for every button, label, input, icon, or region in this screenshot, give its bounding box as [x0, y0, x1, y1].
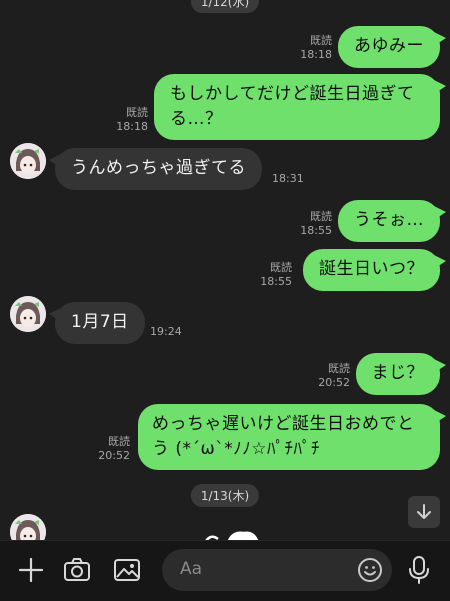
contact-avatar[interactable] [10, 296, 46, 332]
read-receipt: 既読 [126, 106, 148, 119]
message-meta: 既読 18:18 [116, 106, 148, 134]
plus-icon[interactable] [16, 555, 46, 585]
message-bubble-outgoing[interactable]: あゆみー [338, 26, 446, 68]
emoji-icon[interactable] [356, 556, 384, 584]
message-meta: 既読 18:18 [300, 34, 332, 62]
date-separator: 1/13(木) [190, 484, 260, 507]
message-meta: 既読 20:52 [318, 362, 350, 390]
read-receipt: 既読 [270, 261, 292, 274]
chat-area[interactable]: 1/12(水) 既読 18:18 あゆみー 既読 18:18 もしかしてだけど誕… [0, 0, 450, 540]
message-meta: 既読 18:55 [260, 261, 292, 289]
message-input[interactable]: Aa [162, 549, 392, 591]
message-time: 19:24 [150, 325, 182, 338]
message-bubble-outgoing[interactable]: まじ？ [355, 353, 446, 395]
message-bubble-outgoing[interactable]: もしかしてだけど誕生日過ぎて る…？ [154, 74, 446, 140]
message-bubble-incoming[interactable]: うんめっちゃ過ぎてる [49, 148, 262, 190]
message-bubble-outgoing[interactable]: 誕生日いつ？ [303, 249, 446, 291]
image-icon[interactable] [112, 555, 142, 585]
message-time: 18:18 [116, 120, 148, 133]
message-time: 20:52 [318, 376, 350, 389]
message-text: 1月7日 [71, 312, 129, 332]
message-text-line: めっちゃ遅いけど誕生日おめでと [152, 414, 415, 434]
arrow-down-icon [417, 504, 431, 519]
message-time: 18:55 [260, 275, 292, 288]
read-receipt: 既読 [310, 210, 332, 223]
message-text-line: る…？ [170, 109, 223, 129]
message-bubble-outgoing[interactable]: めっちゃ遅いけど誕生日おめでと う (*´ω`*ﾉﾉ☆ﾊﾟﾁﾊﾟﾁ [138, 404, 446, 470]
message-bubble-outgoing[interactable]: うそぉ… [338, 200, 446, 242]
contact-avatar[interactable] [10, 514, 46, 540]
message-text: うんめっちゃ過ぎてる [71, 158, 246, 178]
camera-icon[interactable] [62, 555, 92, 585]
message-text: うそぉ… [354, 210, 424, 230]
message-text: まじ？ [371, 363, 424, 383]
read-receipt: 既読 [108, 435, 130, 448]
message-text: あゆみー [354, 36, 424, 56]
message-text-line: もしかしてだけど誕生日過ぎて [170, 84, 415, 104]
input-bar: Aa [0, 540, 450, 601]
read-receipt: 既読 [310, 34, 332, 47]
message-time: 18:31 [272, 172, 304, 185]
input-placeholder: Aa [180, 559, 203, 579]
message-meta: 既読 18:55 [300, 210, 332, 238]
message-meta: 既読 20:52 [98, 435, 130, 463]
message-time: 20:52 [98, 449, 130, 462]
message-time: 18:55 [300, 224, 332, 237]
message-text-line: う (*´ω`*ﾉﾉ☆ﾊﾟﾁﾊﾟﾁ [152, 439, 321, 459]
microphone-icon[interactable] [404, 555, 434, 585]
sticker[interactable] [200, 528, 270, 540]
message-text: 誕生日いつ？ [319, 259, 424, 279]
contact-avatar[interactable] [10, 143, 46, 179]
read-receipt: 既読 [328, 362, 350, 375]
message-time: 18:18 [300, 48, 332, 61]
scroll-to-bottom-button[interactable] [408, 496, 440, 528]
date-separator: 1/12(水) [190, 0, 260, 13]
message-bubble-incoming[interactable]: 1月7日 [49, 302, 145, 344]
